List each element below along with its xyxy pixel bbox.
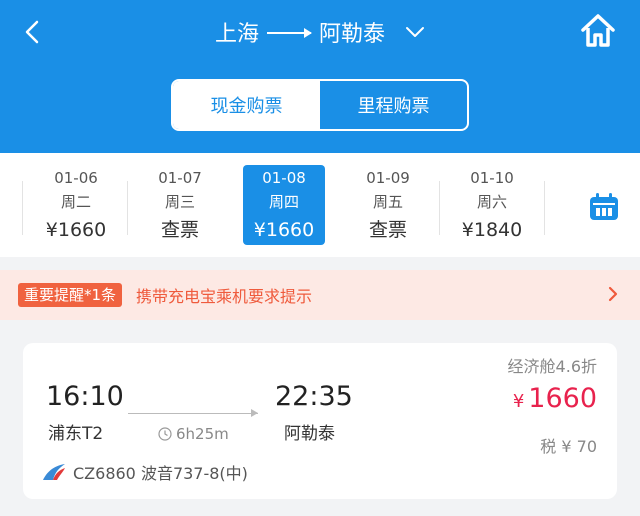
weekday-label: 周二 [60,193,91,211]
date-label: 01-06 [54,169,98,187]
weekday-label: 周三 [164,193,195,211]
ticket-price: ¥1660 [513,383,597,414]
notice-bar[interactable]: 重要提醒*1条 携带充电宝乘机要求提示 [0,270,640,320]
price-currency: ¥ [512,391,525,412]
date-label: 01-07 [158,169,202,187]
departure-airport: 浦东T2 [48,424,104,444]
date-price: ¥1840 [461,219,523,241]
flight-number-aircraft: CZ6860 波音737-8(中) [73,464,248,483]
date-price: ¥1660 [253,219,315,241]
date-item[interactable]: 01-07 周三 查票 [128,167,232,247]
weekday-label: 周五 [372,193,403,211]
date-item[interactable]: 01-09 周五 查票 [336,167,440,247]
arrival-time: 22:35 [275,381,353,412]
airline-info: CZ6860 波音737-8(中) [41,460,248,484]
clock-icon [158,427,172,441]
date-label: 01-09 [366,169,410,187]
route-title[interactable]: 上海 阿勒泰 [0,14,640,50]
price-value: 1660 [528,383,597,414]
arrival-airport: 阿勒泰 [284,424,335,444]
flight-duration: 6h25m [158,425,229,443]
route-arrow-icon [267,28,312,38]
date-label: 01-08 [262,169,306,187]
header: 上海 阿勒泰 现金购票 里程购票 [0,0,640,153]
dropdown-chevron-icon [406,27,425,37]
date-selector: 01-06 周二 ¥1660 01-07 周三 查票 01-08 周四 ¥166… [0,153,640,257]
tab-mileage-ticket[interactable]: 里程购票 [320,81,467,129]
chevron-right-icon [608,286,618,302]
weekday-label: 周六 [476,193,507,211]
cabin-discount: 经济舱4.6折 [507,357,597,376]
home-button[interactable] [580,12,616,48]
flight-card[interactable]: 16:10 浦东T2 6h25m 22:35 阿勒泰 经济舱4.6折 ¥1660… [23,343,617,499]
divider [544,181,545,235]
flight-arrow-icon [128,409,258,417]
duration-text: 6h25m [176,425,229,443]
notice-tag: 重要提醒*1条 [18,283,123,307]
date-label: 01-10 [470,169,514,187]
origin-city: 上海 [214,22,259,47]
date-item[interactable]: 01-06 周二 ¥1660 [24,167,128,247]
weekday-label: 周四 [268,193,299,211]
calendar-icon [590,193,618,220]
destination-city: 阿勒泰 [319,22,386,47]
date-price: ¥1660 [45,219,107,241]
tax-amount: 税 ¥ 70 [540,437,597,456]
divider [22,181,23,235]
date-item[interactable]: 01-10 周六 ¥1840 [440,167,544,247]
ticket-type-toggle: 现金购票 里程购票 [171,79,469,131]
china-southern-logo-icon [43,464,65,480]
calendar-button[interactable] [589,193,619,221]
tab-cash-ticket[interactable]: 现金购票 [173,81,320,129]
route-dropdown-button[interactable] [405,26,425,38]
date-price: 查票 [368,219,407,241]
home-icon [581,14,615,47]
date-price: 查票 [160,219,199,241]
departure-time: 16:10 [46,381,124,412]
date-item-selected[interactable]: 01-08 周四 ¥1660 [243,165,325,245]
notice-message: 携带充电宝乘机要求提示 [136,287,313,306]
